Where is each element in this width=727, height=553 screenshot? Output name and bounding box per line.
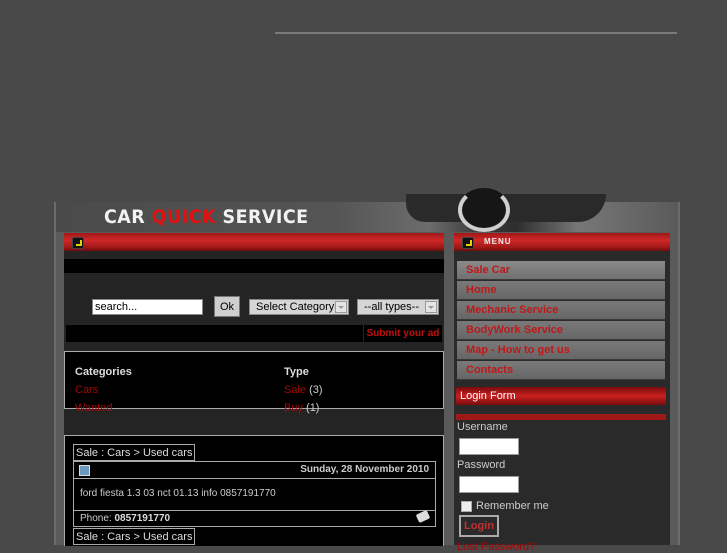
sidebar: Sale Car Home Mechanic Service BodyWork … — [454, 251, 670, 553]
menu-item-bodywork-service[interactable]: BodyWork Service — [457, 321, 665, 340]
password-label: Password — [457, 459, 506, 471]
type-item-sale: Sale (3) — [284, 384, 323, 396]
ad-phone-label: Phone: — [80, 513, 112, 524]
top-divider — [275, 32, 677, 34]
type-select[interactable]: --all types-- — [357, 299, 439, 315]
type-link-sale[interactable]: Sale — [284, 384, 306, 396]
car-wheel-image — [458, 188, 510, 232]
ad-breadcrumb[interactable]: Sale : Cars > Used cars — [73, 444, 196, 461]
ad-image-icon[interactable] — [79, 465, 90, 476]
password-input[interactable] — [459, 476, 519, 493]
ad-breadcrumb[interactable]: Sale : Cars > Used cars — [73, 528, 196, 545]
module-icon — [72, 237, 84, 249]
chevron-down-icon — [425, 301, 437, 313]
menu-item-contacts[interactable]: Contacts — [457, 361, 665, 380]
toolbar-strip — [64, 259, 444, 273]
type-item-buy: Buy (1) — [284, 402, 319, 414]
ad-phone-number: 0857191770 — [114, 513, 171, 524]
type-count-sale: (3) — [309, 384, 323, 396]
ad-body: ford fiesta 1.3 03 nct 01.13 info 085719… — [73, 478, 436, 511]
username-label: Username — [457, 421, 508, 433]
categories-heading: Categories — [75, 366, 132, 378]
menu-item-home[interactable]: Home — [457, 281, 665, 300]
remember-me-checkbox[interactable] — [461, 501, 472, 512]
ad-date: Sunday, 28 November 2010 — [300, 464, 429, 475]
logo-quick: QUICK — [151, 206, 216, 228]
category-select[interactable]: Select Category — [249, 299, 349, 315]
site-header: CAR QUICK SERVICE — [56, 188, 678, 232]
content-title-bar — [64, 233, 444, 251]
category-link-cars[interactable]: Cars — [75, 384, 98, 396]
menu-title-bar: MENU — [454, 233, 670, 251]
submit-ad-link[interactable]: Submit your ad — [364, 325, 442, 342]
menu-title: MENU — [484, 237, 512, 246]
ad-description: ford fiesta 1.3 03 nct 01.13 info 085719… — [80, 488, 276, 499]
type-select-value: --all types-- — [364, 301, 420, 313]
category-link-wanted[interactable]: Wanted — [75, 402, 113, 414]
ad-contact-row: Phone: 0857191770 — [73, 509, 436, 527]
username-input[interactable] — [459, 438, 519, 455]
type-count-buy: (1) — [306, 402, 320, 414]
menu-item-sale-car[interactable]: Sale Car — [457, 261, 665, 280]
ad-header-row: Sunday, 28 November 2010 — [73, 461, 436, 479]
category-select-value: Select Category — [256, 301, 335, 313]
lost-password-link[interactable]: Lost Password? — [457, 541, 535, 553]
status-strip — [66, 325, 363, 342]
search-ok-button[interactable]: Ok — [214, 296, 240, 317]
ads-list: Sale : Cars > Used cars Sunday, 28 Novem… — [64, 435, 444, 546]
site-logo[interactable]: CAR QUICK SERVICE — [104, 206, 309, 228]
login-form-title: Login Form — [456, 387, 666, 405]
remember-me-label: Remember me — [476, 500, 549, 512]
chevron-down-icon — [335, 301, 347, 313]
type-link-buy[interactable]: Buy — [284, 402, 303, 414]
menu-item-mechanic-service[interactable]: Mechanic Service — [457, 301, 665, 320]
mail-icon[interactable] — [415, 509, 431, 524]
type-heading: Type — [284, 366, 309, 378]
page-container: CAR QUICK SERVICE Ok Select Category --a… — [54, 188, 680, 553]
categories-box: Categories Cars Wanted Type Sale (3) Buy… — [64, 351, 444, 414]
menu-item-map[interactable]: Map - How to get us — [457, 341, 665, 360]
menu-icon — [462, 237, 474, 249]
logo-car: CAR — [104, 206, 146, 228]
logo-service: SERVICE — [222, 206, 309, 228]
login-button[interactable]: Login — [459, 515, 499, 537]
main-content: Ok Select Category --all types-- Submit … — [64, 251, 444, 546]
ad-phone: Phone: 0857191770 — [80, 513, 170, 524]
login-divider — [456, 414, 666, 420]
search-input[interactable] — [92, 299, 203, 315]
